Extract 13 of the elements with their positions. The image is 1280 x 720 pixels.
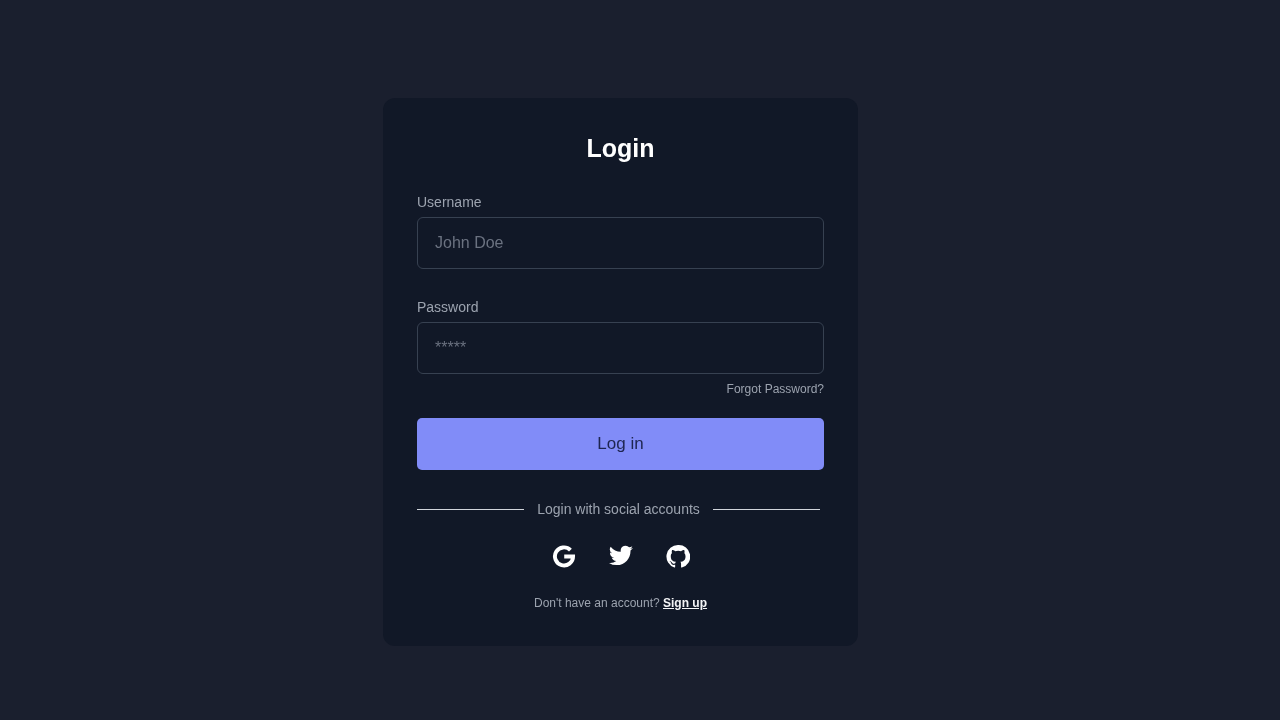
divider-label: Login with social accounts: [537, 500, 700, 519]
google-icon[interactable]: [551, 545, 576, 568]
github-icon[interactable]: [665, 545, 690, 568]
signup-link[interactable]: Sign up: [663, 596, 708, 610]
forgot-password-link[interactable]: Forgot Password?: [726, 381, 824, 397]
input-field[interactable]: *****: [417, 322, 824, 374]
signup-prompt: Don't have an account? Sign up: [533, 595, 708, 611]
login-button[interactable]: Log in: [417, 418, 824, 470]
input-field[interactable]: John Doe: [417, 217, 824, 269]
login-title: Login: [586, 133, 655, 164]
twitter-icon[interactable]: [608, 545, 633, 568]
field-label: Password: [417, 298, 479, 317]
field-label: Username: [417, 193, 482, 212]
